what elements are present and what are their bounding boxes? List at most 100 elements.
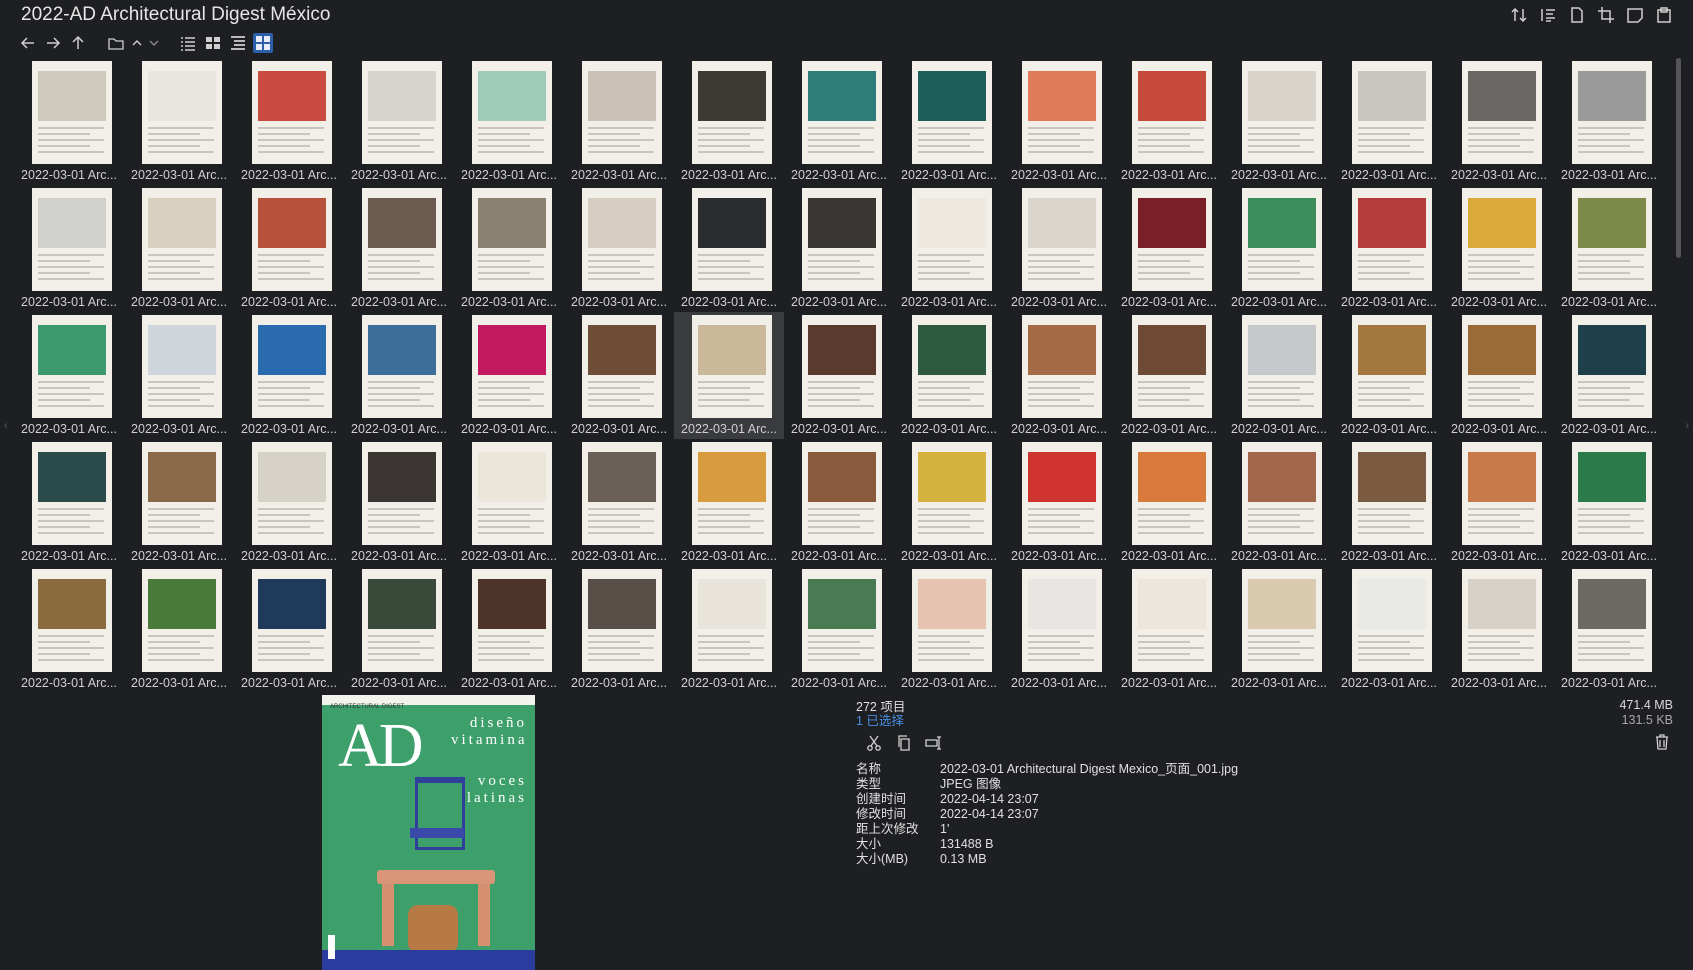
thumbnail-item[interactable]: 2022-03-01 Arc...: [1554, 185, 1664, 312]
thumbnail-item[interactable]: 2022-03-01 Arc...: [1004, 312, 1114, 439]
thumbnail-item[interactable]: 2022-03-01 Arc...: [1004, 439, 1114, 566]
thumbnail-item[interactable]: 2022-03-01 Arc...: [14, 58, 124, 185]
thumbnail-item[interactable]: 2022-03-01 Arc...: [14, 185, 124, 312]
thumbnail-item[interactable]: 2022-03-01 Arc...: [564, 566, 674, 690]
view-tree-icon[interactable]: [228, 33, 248, 53]
thumbnail-item[interactable]: 2022-03-01 Arc...: [124, 439, 234, 566]
sort-icon[interactable]: [1510, 6, 1528, 24]
thumbnail-photo: [698, 198, 766, 248]
thumbnail-item[interactable]: 2022-03-01 Arc...: [894, 566, 1004, 690]
rename-icon[interactable]: [924, 733, 944, 753]
thumbnail-item[interactable]: 2022-03-01 Arc...: [234, 566, 344, 690]
thumbnail-item[interactable]: 2022-03-01 Arc...: [344, 439, 454, 566]
thumbnail-item[interactable]: 2022-03-01 Arc...: [344, 566, 454, 690]
thumbnail-item[interactable]: 2022-03-01 Arc...: [454, 566, 564, 690]
thumbnail-item[interactable]: 2022-03-01 Arc...: [1554, 312, 1664, 439]
thumbnail-item[interactable]: 2022-03-01 Arc...: [1554, 58, 1664, 185]
thumbnail-item[interactable]: 2022-03-01 Arc...: [124, 58, 234, 185]
thumbnail-item[interactable]: 2022-03-01 Arc...: [344, 58, 454, 185]
selected-count[interactable]: 1 已选择: [856, 710, 904, 729]
thumbnail-item[interactable]: 2022-03-01 Arc...: [124, 185, 234, 312]
arrow-right-icon[interactable]: [43, 33, 63, 53]
thumbnail-item[interactable]: 2022-03-01 Arc...: [1114, 185, 1224, 312]
chevron-down-icon[interactable]: [148, 33, 160, 53]
thumbnail-item[interactable]: 2022-03-01 Arc...: [1334, 566, 1444, 690]
view-details-icon[interactable]: [203, 33, 223, 53]
thumbnail-item[interactable]: 2022-03-01 Arc...: [1114, 439, 1224, 566]
chevron-up-icon[interactable]: [131, 33, 143, 53]
thumbnail-item[interactable]: 2022-03-01 Arc...: [1004, 185, 1114, 312]
thumbnail-item[interactable]: 2022-03-01 Arc...: [1224, 566, 1334, 690]
thumbnail-item[interactable]: 2022-03-01 Arc...: [894, 185, 1004, 312]
thumbnail-item[interactable]: 2022-03-01 Arc...: [1114, 312, 1224, 439]
scrollbar-thumb[interactable]: [1676, 58, 1681, 258]
thumbnail-item[interactable]: 2022-03-01 Arc...: [454, 185, 564, 312]
thumbnail-item[interactable]: 2022-03-01 Arc...: [1224, 439, 1334, 566]
thumbnail-item[interactable]: 2022-03-01 Arc...: [234, 439, 344, 566]
thumbnail-item[interactable]: 2022-03-01 Arc...: [564, 439, 674, 566]
clipboard-icon[interactable]: [1655, 6, 1673, 24]
thumbnail-item[interactable]: 2022-03-01 Arc...: [454, 439, 564, 566]
view-list-icon[interactable]: [178, 33, 198, 53]
trash-icon[interactable]: [1655, 734, 1669, 755]
thumbnail-item[interactable]: 2022-03-01 Arc...: [1004, 566, 1114, 690]
folder-icon[interactable]: [106, 33, 126, 53]
thumbnail-item[interactable]: 2022-03-01 Arc...: [124, 566, 234, 690]
thumbnail-item[interactable]: 2022-03-01 Arc...: [784, 58, 894, 185]
thumbnail-text-line: [1248, 127, 1314, 129]
tab-icon[interactable]: [1626, 6, 1644, 24]
thumbnail-item[interactable]: 2022-03-01 Arc...: [674, 312, 784, 439]
thumbnail-item[interactable]: 2022-03-01 Arc...: [1224, 185, 1334, 312]
thumbnail-item[interactable]: 2022-03-01 Arc...: [344, 312, 454, 439]
thumbnail-item[interactable]: 2022-03-01 Arc...: [784, 566, 894, 690]
arrow-left-icon[interactable]: [18, 33, 38, 53]
thumbnail-item[interactable]: 2022-03-01 Arc...: [564, 312, 674, 439]
thumbnail-item[interactable]: 2022-03-01 Arc...: [1444, 312, 1554, 439]
thumbnail-text-line: [808, 139, 874, 141]
copy-icon[interactable]: [894, 733, 914, 753]
thumbnail-item[interactable]: 2022-03-01 Arc...: [1004, 58, 1114, 185]
thumbnail-item[interactable]: 2022-03-01 Arc...: [784, 185, 894, 312]
thumbnail-item[interactable]: 2022-03-01 Arc...: [1334, 439, 1444, 566]
thumbnail-item[interactable]: 2022-03-01 Arc...: [234, 185, 344, 312]
thumbnail-item[interactable]: 2022-03-01 Arc...: [454, 58, 564, 185]
thumbnail-item[interactable]: 2022-03-01 Arc...: [1114, 58, 1224, 185]
thumbnail-item[interactable]: 2022-03-01 Arc...: [674, 58, 784, 185]
thumbnail-item[interactable]: 2022-03-01 Arc...: [124, 312, 234, 439]
thumbnail-item[interactable]: 2022-03-01 Arc...: [1224, 58, 1334, 185]
thumbnail-item[interactable]: 2022-03-01 Arc...: [1444, 185, 1554, 312]
thumbnail-item[interactable]: 2022-03-01 Arc...: [1224, 312, 1334, 439]
thumbnail-item[interactable]: 2022-03-01 Arc...: [1114, 566, 1224, 690]
thumbnail-item[interactable]: 2022-03-01 Arc...: [674, 566, 784, 690]
thumbnail-item[interactable]: 2022-03-01 Arc...: [784, 312, 894, 439]
thumbnail-item[interactable]: 2022-03-01 Arc...: [234, 312, 344, 439]
thumbnail-item[interactable]: 2022-03-01 Arc...: [1554, 439, 1664, 566]
thumbnail-item[interactable]: 2022-03-01 Arc...: [14, 439, 124, 566]
scissors-icon[interactable]: [864, 733, 884, 753]
view-grid-icon[interactable]: [253, 33, 273, 53]
crop-icon[interactable]: [1597, 6, 1615, 24]
arrow-up-icon[interactable]: [68, 33, 88, 53]
thumbnail-item[interactable]: 2022-03-01 Arc...: [1444, 566, 1554, 690]
thumbnail-item[interactable]: 2022-03-01 Arc...: [14, 566, 124, 690]
thumbnail-item[interactable]: 2022-03-01 Arc...: [894, 439, 1004, 566]
thumbnail-item[interactable]: 2022-03-01 Arc...: [234, 58, 344, 185]
page-icon[interactable]: [1568, 6, 1586, 24]
thumbnail-item[interactable]: 2022-03-01 Arc...: [1554, 566, 1664, 690]
thumbnail-item[interactable]: 2022-03-01 Arc...: [14, 312, 124, 439]
thumbnail-item[interactable]: 2022-03-01 Arc...: [1334, 185, 1444, 312]
thumbnail-item[interactable]: 2022-03-01 Arc...: [344, 185, 454, 312]
thumbnail-item[interactable]: 2022-03-01 Arc...: [454, 312, 564, 439]
thumbnail-item[interactable]: 2022-03-01 Arc...: [1334, 58, 1444, 185]
thumbnail-item[interactable]: 2022-03-01 Arc...: [894, 312, 1004, 439]
thumbnail-item[interactable]: 2022-03-01 Arc...: [674, 185, 784, 312]
thumbnail-item[interactable]: 2022-03-01 Arc...: [564, 185, 674, 312]
sort-list-icon[interactable]: [1539, 6, 1557, 24]
thumbnail-item[interactable]: 2022-03-01 Arc...: [1444, 439, 1554, 566]
thumbnail-item[interactable]: 2022-03-01 Arc...: [1444, 58, 1554, 185]
thumbnail-item[interactable]: 2022-03-01 Arc...: [674, 439, 784, 566]
thumbnail-item[interactable]: 2022-03-01 Arc...: [894, 58, 1004, 185]
thumbnail-item[interactable]: 2022-03-01 Arc...: [784, 439, 894, 566]
thumbnail-item[interactable]: 2022-03-01 Arc...: [564, 58, 674, 185]
thumbnail-item[interactable]: 2022-03-01 Arc...: [1334, 312, 1444, 439]
